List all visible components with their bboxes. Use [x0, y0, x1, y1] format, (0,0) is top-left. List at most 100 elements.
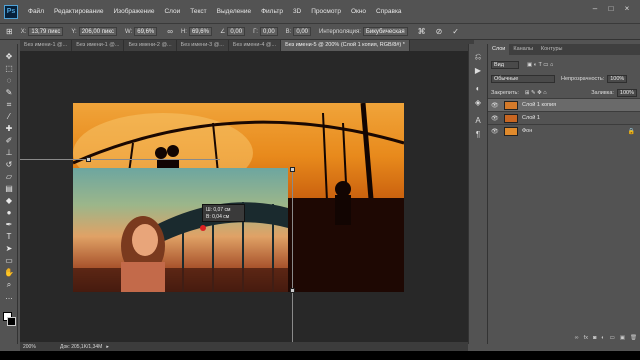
lock-icon[interactable]: 🔒 — [628, 128, 635, 135]
more-tools-icon[interactable]: … — [4, 292, 14, 302]
healing-brush-tool-icon[interactable]: ✚ — [4, 124, 14, 134]
layer-name: Фон — [522, 128, 533, 134]
hand-tool-icon[interactable]: ✋ — [4, 268, 14, 278]
vskew-field[interactable]: В: 0,00 — [286, 27, 312, 36]
menu-select[interactable]: Выделение — [217, 8, 251, 15]
group-icon[interactable]: ▭ — [610, 335, 615, 341]
canvas-area[interactable]: Ш: 0,07 см В: 0,04 см — [20, 51, 468, 342]
tab-doc-3[interactable]: Без имени-2 @... — [124, 40, 177, 51]
menu-help[interactable]: Справка — [376, 8, 402, 15]
interpolation-select[interactable]: Интерполяция: Бикубическая — [319, 27, 408, 36]
minimize-button[interactable]: – — [588, 4, 602, 14]
pen-tool-icon[interactable]: ✒ — [4, 220, 14, 230]
visibility-eye-icon[interactable]: 👁 — [491, 115, 500, 122]
tab-doc-4[interactable]: Без имени-3 @... — [177, 40, 229, 51]
adjustments-panel-icon[interactable]: ◐ — [473, 84, 483, 94]
options-bar: ⊞ X: 13,79 пикс Y: 206,00 пикс W: 69,6% ∞ H… — [0, 24, 640, 40]
transform-handle-top[interactable] — [86, 157, 91, 162]
status-arrow-icon[interactable]: ▸ — [106, 344, 109, 350]
height-field[interactable]: H: 69,6% — [181, 27, 212, 36]
layer-row-2[interactable]: 👁 Слой 1 — [488, 111, 640, 124]
maximize-button[interactable]: □ — [604, 4, 618, 14]
fill-field[interactable]: 100% — [616, 88, 637, 97]
tab-doc-active[interactable]: Без имени-5 @ 200% (Слой 1 копия, RGB/8#… — [281, 40, 410, 51]
x-position-field[interactable]: X: 13,79 пикс — [21, 27, 64, 36]
quick-select-tool-icon[interactable]: ✎ — [4, 88, 14, 98]
menu-text[interactable]: Текст — [190, 8, 206, 15]
lock-label: Закрепить: — [491, 89, 519, 96]
shape-tool-icon[interactable]: ▭ — [4, 256, 14, 266]
fx-icon[interactable]: fx — [584, 335, 588, 341]
stamp-tool-icon[interactable]: ⊥ — [4, 148, 14, 158]
gradient-tool-icon[interactable]: ▤ — [4, 184, 14, 194]
menu-layers[interactable]: Слои — [164, 8, 180, 15]
menu-edit[interactable]: Редактирование — [54, 8, 104, 15]
warp-icon[interactable]: ⌘ — [418, 27, 426, 36]
cancel-icon[interactable]: ⊘ — [436, 27, 443, 36]
eraser-tool-icon[interactable]: ▱ — [4, 172, 14, 182]
layer-thumbnail — [504, 100, 518, 110]
tab-doc-2[interactable]: Без имени-1 @... — [72, 40, 125, 51]
tab-paths[interactable]: Контуры — [537, 44, 567, 55]
zoom-tool-icon[interactable]: ⌕ — [4, 280, 14, 290]
menu-3d[interactable]: 3D — [293, 8, 301, 15]
close-window-button[interactable]: × — [620, 4, 634, 14]
blur-tool-icon[interactable]: ◆ — [4, 196, 14, 206]
commit-icon[interactable]: ✓ — [452, 27, 459, 36]
eyedropper-tool-icon[interactable]: ⁄ — [4, 112, 14, 122]
layer-name: Слой 1 — [522, 115, 540, 121]
y-position-field[interactable]: Y: 206,00 пикс — [71, 27, 118, 36]
layers-panel: Слои Каналы Контуры Вид ▣ ◐ T ▭ ⌂ Обычны… — [487, 44, 640, 344]
menu-file[interactable]: Файл — [28, 8, 44, 15]
tab-layers[interactable]: Слои — [488, 44, 510, 55]
transform-handle-bottom-right[interactable] — [290, 288, 295, 293]
layer-kind-select[interactable]: Вид — [491, 60, 519, 69]
filter-icons[interactable]: ▣ ◐ T ▭ ⌂ — [527, 62, 553, 68]
mask-icon[interactable]: ◙ — [593, 335, 596, 341]
paragraph-panel-icon[interactable]: ¶ — [473, 130, 483, 140]
opacity-field[interactable]: 100% — [607, 74, 628, 83]
tab-doc-5[interactable]: Без имени-4 @... — [229, 40, 282, 51]
hskew-field[interactable]: Г: 0,00 — [253, 27, 278, 36]
visibility-eye-icon[interactable]: 👁 — [491, 128, 500, 135]
crop-tool-icon[interactable]: ⌗ — [4, 100, 14, 110]
rotate-field[interactable]: ∠ 0,00 — [220, 27, 246, 36]
marquee-tool-icon[interactable]: ⬚ — [4, 64, 14, 74]
lasso-tool-icon[interactable]: ◌ — [4, 76, 14, 86]
tooltip-width: Ш: 0,07 см — [206, 207, 231, 213]
photoshop-window: Ps Файл Редактирование Изображение Слои … — [0, 0, 640, 360]
menu-image[interactable]: Изображение — [114, 8, 155, 15]
zoom-level[interactable]: 200% — [20, 344, 40, 350]
document-info[interactable]: Док: 205,1K/1,34M — [60, 344, 102, 350]
link-icon[interactable]: ∞ — [167, 27, 173, 36]
brush-tool-icon[interactable]: ✐ — [4, 136, 14, 146]
dodge-tool-icon[interactable]: ● — [4, 208, 14, 218]
tab-doc-1[interactable]: Без имени-1 @... — [20, 40, 73, 51]
path-select-tool-icon[interactable]: ➤ — [4, 244, 14, 254]
layer-row-1[interactable]: 👁 Слой 1 копия — [488, 98, 640, 111]
link-layers-icon[interactable]: ∞ — [575, 335, 579, 341]
blend-mode-select[interactable]: Обычные — [491, 74, 555, 83]
background-color-swatch[interactable] — [7, 317, 16, 326]
history-panel-icon[interactable]: ⎌ — [473, 52, 483, 62]
visibility-eye-icon[interactable]: 👁 — [491, 102, 500, 109]
lock-icons[interactable]: ⊞ ✎ ✥ ⌂ — [525, 90, 547, 96]
move-tool-icon[interactable]: ✥ — [4, 52, 14, 62]
menu-filter[interactable]: Фильтр — [261, 8, 283, 15]
width-field[interactable]: W: 69,6% — [125, 27, 158, 36]
character-panel-icon[interactable]: A — [473, 116, 483, 126]
layer-row-3[interactable]: 👁 Фон 🔒 — [488, 124, 640, 137]
transformed-layer-photo[interactable] — [73, 168, 288, 292]
delete-layer-icon[interactable]: 🗑 — [630, 335, 637, 341]
tab-channels[interactable]: Каналы — [509, 44, 537, 55]
history-brush-tool-icon[interactable]: ↺ — [4, 160, 14, 170]
actions-panel-icon[interactable]: ▶ — [473, 66, 483, 76]
styles-panel-icon[interactable]: ◈ — [473, 98, 483, 108]
menu-window[interactable]: Окно — [351, 8, 366, 15]
new-layer-icon[interactable]: ▣ — [620, 335, 625, 341]
menu-view[interactable]: Просмотр — [311, 8, 341, 15]
transform-handle-top-right[interactable] — [290, 167, 295, 172]
transform-reference-icon[interactable]: ⊞ — [6, 27, 13, 36]
adjustment-layer-icon[interactable]: ◐ — [601, 335, 604, 341]
type-tool-icon[interactable]: T — [4, 232, 14, 242]
